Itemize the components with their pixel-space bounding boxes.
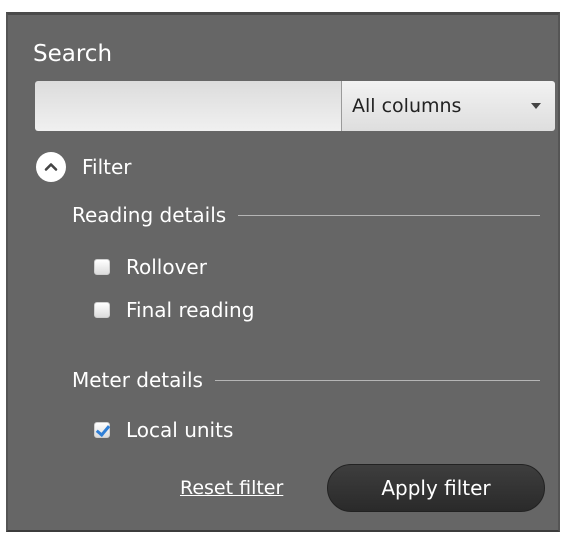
apply-filter-button[interactable]: Apply filter [327, 464, 545, 512]
divider [238, 214, 540, 216]
section-meter-details: Meter details [72, 368, 540, 392]
final-reading-checkbox[interactable] [94, 302, 110, 318]
search-row: All columns [35, 81, 555, 131]
rollover-label: Rollover [126, 255, 207, 279]
collapse-up-icon[interactable] [36, 152, 66, 182]
rollover-option[interactable]: Rollover [94, 255, 207, 279]
local-units-label: Local units [126, 418, 234, 442]
rollover-checkbox[interactable] [94, 259, 110, 275]
local-units-option[interactable]: Local units [94, 418, 233, 442]
filter-toggle[interactable]: Filter [36, 152, 132, 182]
column-scope-dropdown[interactable]: All columns [341, 81, 555, 131]
section-reading-details: Reading details [72, 203, 540, 227]
local-units-checkbox[interactable] [94, 422, 110, 438]
search-input[interactable] [35, 81, 341, 131]
filter-label: Filter [82, 155, 132, 179]
panel-title: Search [33, 41, 113, 67]
divider [214, 379, 540, 381]
column-scope-value: All columns [352, 95, 462, 117]
reset-filter-link[interactable]: Reset filter [180, 477, 283, 499]
final-reading-label: Final reading [126, 298, 255, 322]
section-title: Reading details [72, 203, 227, 227]
chevron-down-icon [531, 103, 541, 109]
section-title: Meter details [72, 368, 203, 392]
final-reading-option[interactable]: Final reading [94, 298, 254, 322]
search-panel: Search All columns Filter Reading detail… [6, 12, 560, 532]
